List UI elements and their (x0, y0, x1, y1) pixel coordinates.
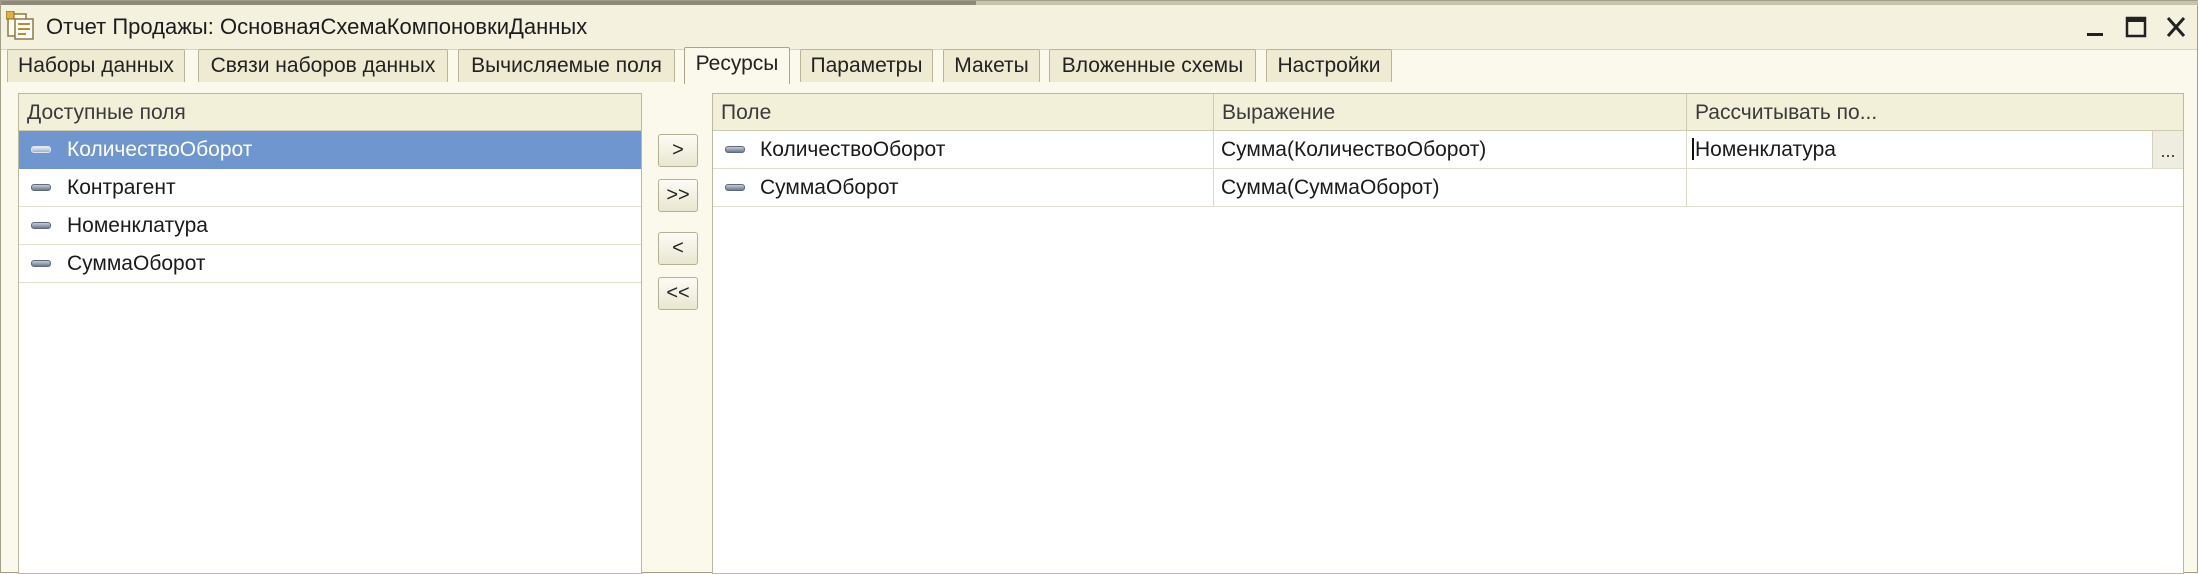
field-icon (31, 146, 51, 153)
window-title: Отчет Продажы: ОсновнаяСхемаКомпоновкиДа… (46, 14, 588, 39)
column-header-field[interactable]: Поле (713, 94, 1213, 131)
tab-calculated-fields[interactable]: Вычисляемые поля (458, 49, 675, 82)
tab-parameters[interactable]: Параметры (800, 49, 933, 82)
title-bar[interactable]: Отчет Продажы: ОсновнаяСхемаКомпоновкиДа… (1, 5, 2197, 50)
close-icon[interactable] (2161, 13, 2191, 41)
list-item[interactable]: СуммаОборот (19, 245, 641, 283)
table-row[interactable]: СуммаОборот Сумма(СуммаОборот) (713, 169, 2183, 207)
list-item-label: Контрагент (67, 176, 176, 199)
list-item[interactable]: Контрагент (19, 169, 641, 207)
text-cursor (1692, 138, 1694, 160)
add-all-fields-button[interactable]: >> (658, 179, 698, 212)
field-icon (31, 260, 51, 267)
document-icon (6, 11, 34, 40)
maximize-icon[interactable] (2121, 13, 2151, 41)
available-fields-header: Доступные поля (19, 94, 641, 131)
select-button[interactable]: ... (2152, 131, 2183, 168)
field-icon (31, 222, 51, 229)
add-field-button[interactable]: > (658, 134, 698, 167)
list-item-label: СуммаОборот (67, 252, 206, 275)
field-icon (31, 184, 51, 191)
column-header-calc-by[interactable]: Рассчитывать по... (1686, 94, 2183, 131)
table-row[interactable]: КоличествоОборот Сумма(КоличествоОборот)… (713, 131, 2183, 169)
cell-calc-by-input[interactable]: Номенклатура (1695, 131, 1836, 168)
cell-field[interactable]: СуммаОборот (760, 169, 899, 206)
column-header-expression[interactable]: Выражение (1213, 94, 1686, 131)
list-item-label: КоличествоОборот (67, 138, 253, 161)
list-item[interactable]: Номенклатура (19, 207, 641, 245)
resource-icon (725, 146, 745, 153)
report-schema-window: Отчет Продажы: ОсновнаяСхемаКомпоновкиДа… (0, 0, 2198, 574)
tab-resources[interactable]: Ресурсы (684, 47, 790, 84)
list-item[interactable]: КоличествоОборот (19, 131, 641, 169)
tab-dataset-links[interactable]: Связи наборов данных (198, 49, 448, 82)
available-fields-list[interactable]: Доступные поля КоличествоОборот Контраге… (18, 93, 642, 574)
tab-nested-schemas[interactable]: Вложенные схемы (1049, 49, 1256, 82)
cell-expression[interactable]: Сумма(СуммаОборот) (1221, 169, 1440, 206)
tab-strip: Наборы данных Связи наборов данных Вычис… (1, 47, 2197, 84)
tab-layouts[interactable]: Макеты (943, 49, 1040, 82)
resource-icon (725, 184, 745, 191)
remove-all-fields-button[interactable]: << (658, 277, 698, 310)
remove-field-button[interactable]: < (658, 232, 698, 265)
cell-field[interactable]: КоличествоОборот (760, 131, 945, 168)
minimize-icon[interactable] (2080, 13, 2110, 41)
resources-table[interactable]: Поле Выражение Рассчитывать по... Количе… (712, 93, 2184, 574)
tab-datasets[interactable]: Наборы данных (7, 49, 185, 82)
cell-expression[interactable]: Сумма(КоличествоОборот) (1221, 131, 1486, 168)
tab-settings[interactable]: Настройки (1266, 49, 1392, 82)
list-item-label: Номенклатура (67, 214, 208, 237)
